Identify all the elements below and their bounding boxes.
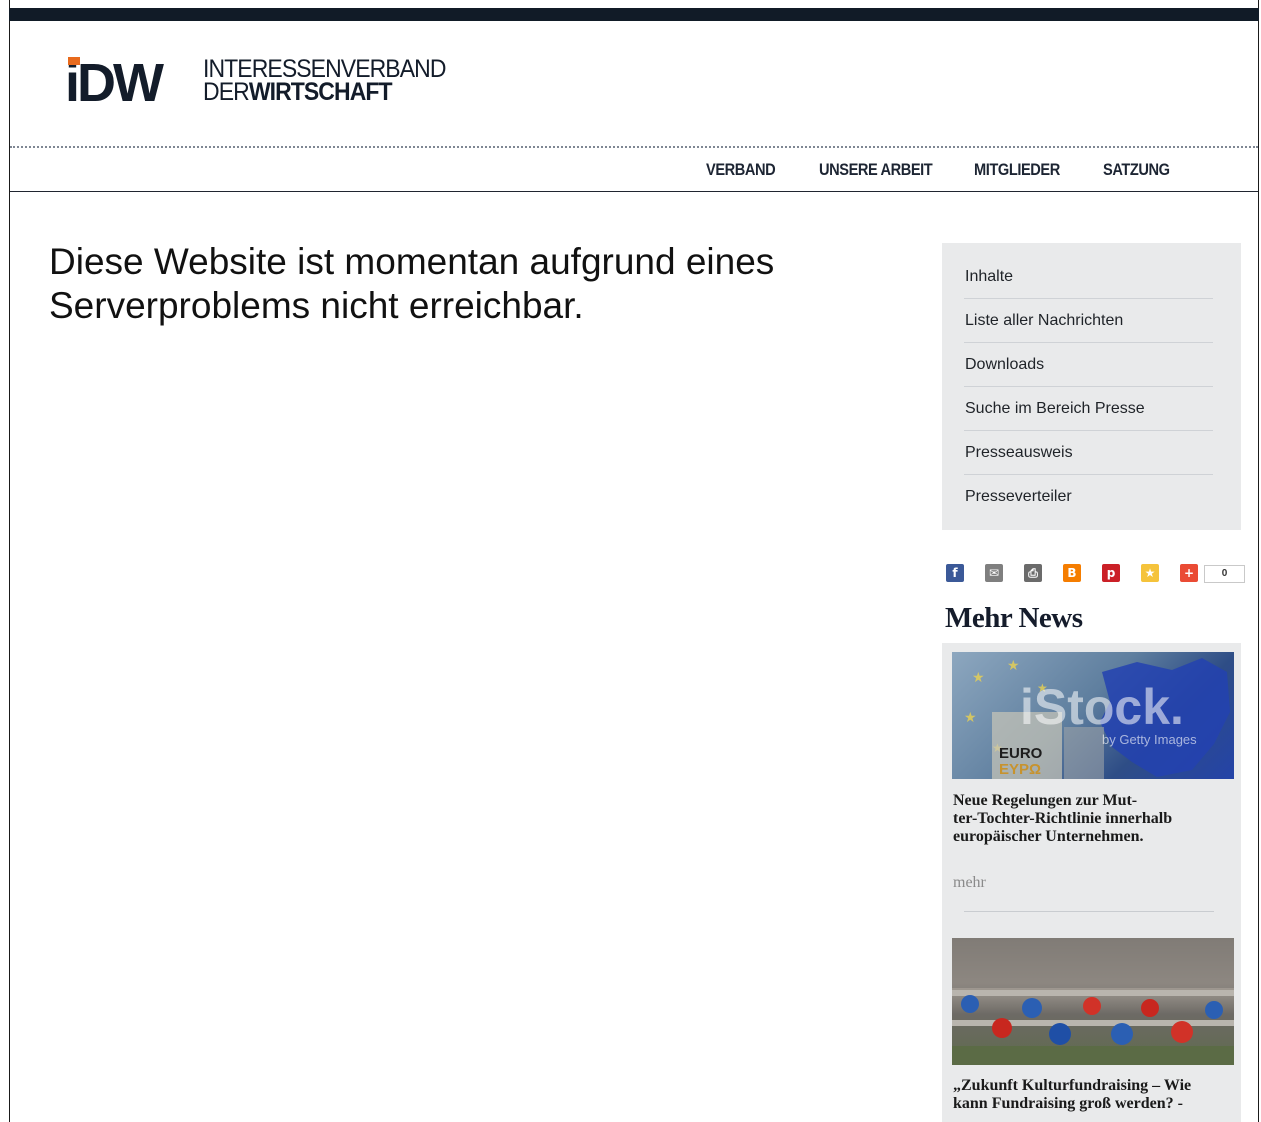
table-football-illustration xyxy=(952,938,1234,1065)
share-count: 0 xyxy=(1204,565,1245,583)
favorite-icon[interactable]: ★ xyxy=(1141,564,1159,582)
svg-text:ΕΥΡΩ: ΕΥΡΩ xyxy=(999,761,1041,778)
server-error-message: Diese Website ist momentan aufgrund eine… xyxy=(49,241,775,326)
sidebar-item-downloads[interactable]: Downloads xyxy=(964,343,1213,387)
sidebar-item-presseverteiler[interactable]: Presseverteiler xyxy=(964,475,1213,518)
top-bar xyxy=(9,8,1259,21)
svg-text:EURO: EURO xyxy=(999,745,1043,762)
news-item-1-image[interactable]: ★ ★ ★ ★ ★ EURO ΕΥΡΩ iStock. by Getty Ima… xyxy=(952,652,1234,779)
email-icon[interactable]: ✉ xyxy=(985,564,1003,582)
logo-mark: iDW xyxy=(65,56,164,110)
logo-accent-mark xyxy=(68,57,80,65)
svg-text:★: ★ xyxy=(972,670,985,686)
news-item-1-title[interactable]: Neue Regelungen zur Mut- ter-Tochter-Ric… xyxy=(953,792,1223,846)
header-dotted-divider xyxy=(10,146,1258,148)
news-item-2-image[interactable] xyxy=(952,938,1234,1065)
nav-divider xyxy=(10,191,1258,192)
sidebar-menu: Inhalte Liste aller Nachrichten Download… xyxy=(942,243,1241,530)
nav-item-mitglieder[interactable]: MITGLIEDER xyxy=(974,160,1060,180)
svg-text:★: ★ xyxy=(1007,658,1020,674)
print-icon[interactable]: ⎙ xyxy=(1024,564,1042,582)
pinterest-icon[interactable]: p xyxy=(1102,564,1120,582)
news-divider xyxy=(964,911,1214,912)
news-list: ★ ★ ★ ★ ★ EURO ΕΥΡΩ iStock. by Getty Ima… xyxy=(942,643,1241,1122)
news-item-1-title-line: Neue Regelungen zur Mut- xyxy=(953,792,1138,809)
news-item-1-more-link[interactable]: mehr xyxy=(953,874,986,892)
sidebar-item-presseausweis[interactable]: Presseausweis xyxy=(964,431,1213,475)
svg-text:★: ★ xyxy=(964,710,977,726)
blogger-icon[interactable]: B xyxy=(1063,564,1081,582)
logo-line-2-prefix: DER xyxy=(203,78,250,106)
more-news-heading: Mehr News xyxy=(945,602,1083,634)
main-navigation: VERBAND UNSERE ARBEIT MITGLIEDER SATZUNG xyxy=(0,160,1261,186)
more-share-icon[interactable]: + xyxy=(1180,564,1198,582)
logo-wordmark: INTERESSENVERBAND DERWIRTSCHAFT xyxy=(203,57,446,106)
nav-item-unsere-arbeit[interactable]: UNSERE ARBEIT xyxy=(819,160,933,180)
logo-line-2: DERWIRTSCHAFT xyxy=(203,78,446,106)
news-item-1-title-line: ter-Tochter-Richtlinie innerhalb xyxy=(953,810,1173,827)
eu-map-illustration: ★ ★ ★ ★ ★ EURO ΕΥΡΩ iStock. by Getty Ima… xyxy=(964,658,1230,779)
nav-item-verband[interactable]: VERBAND xyxy=(706,160,776,180)
svg-text:iStock.: iStock. xyxy=(1020,679,1184,735)
nav-item-satzung[interactable]: SATZUNG xyxy=(1103,160,1170,180)
news-item-2-title-line: kann Fundraising groß werden? - xyxy=(953,1095,1183,1112)
svg-text:by Getty Images: by Getty Images xyxy=(1102,732,1197,747)
sidebar-item-suche-presse[interactable]: Suche im Bereich Presse xyxy=(964,387,1213,431)
news-item-2-title[interactable]: „Zukunft Kulturfundraising – Wie kann Fu… xyxy=(953,1077,1223,1113)
logo-line-2-bold: WIRTSCHAFT xyxy=(248,78,393,106)
news-item-1-title-line: europäischer Unternehmen. xyxy=(953,828,1144,845)
sidebar-item-inhalte[interactable]: Inhalte xyxy=(964,255,1213,299)
sidebar-item-liste-aller-nachrichten[interactable]: Liste aller Nachrichten xyxy=(964,299,1213,343)
news-item-2-title-line: „Zukunft Kulturfundraising – Wie xyxy=(953,1077,1192,1094)
facebook-icon[interactable]: f xyxy=(946,564,964,582)
